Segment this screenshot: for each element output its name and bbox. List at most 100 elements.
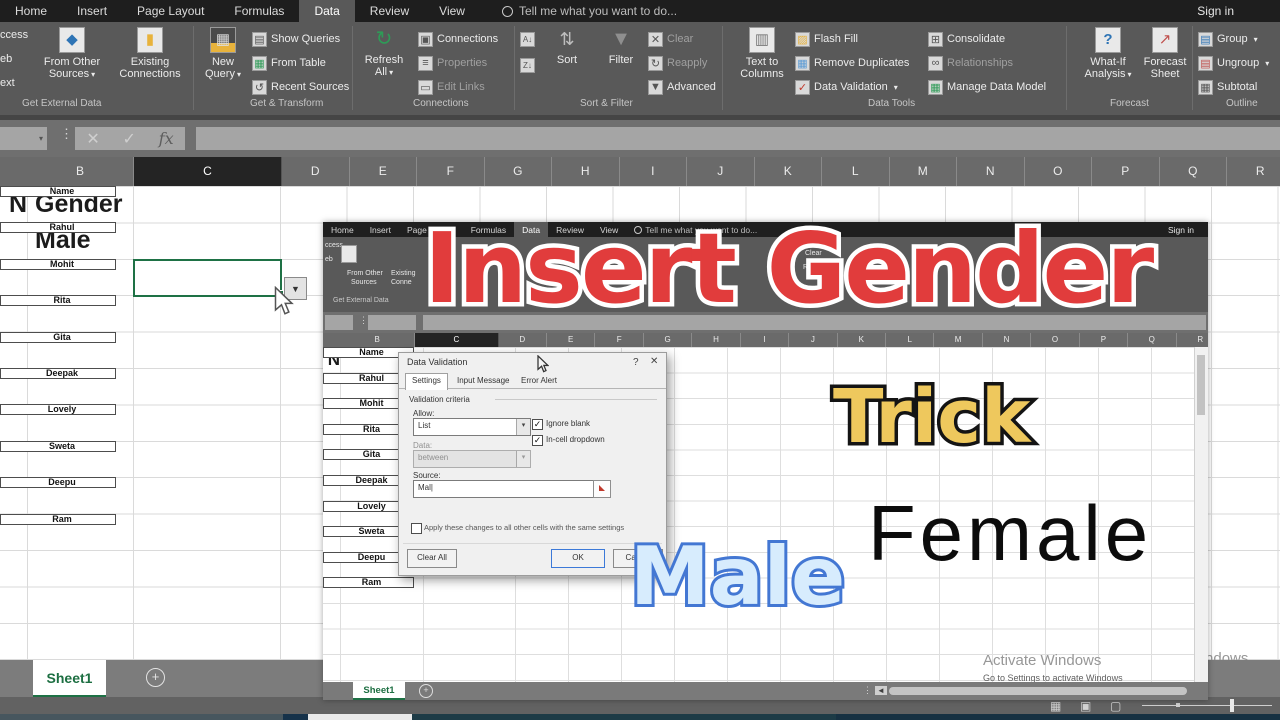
- column-header[interactable]: R: [1227, 157, 1280, 186]
- column-header[interactable]: N: [983, 333, 1032, 347]
- column-header[interactable]: P: [1092, 157, 1160, 186]
- clear-all-button[interactable]: Clear All: [407, 549, 457, 568]
- new-query-button[interactable]: ▦ New Query ▾: [198, 24, 248, 81]
- column-header[interactable]: E: [547, 333, 596, 347]
- column-header[interactable]: K: [755, 157, 822, 186]
- sort-za-button[interactable]: Z↓: [520, 56, 535, 74]
- column-header[interactable]: H: [552, 157, 620, 186]
- tell-me-box[interactable]: Tell me what you want to do...: [480, 0, 677, 22]
- normal-view-icon[interactable]: ▦: [1050, 699, 1061, 713]
- allow-combobox[interactable]: List ▾: [413, 418, 531, 436]
- column-header[interactable]: B: [340, 333, 416, 347]
- inner-horizontal-scrollbar[interactable]: [889, 687, 1187, 695]
- data-validation-button[interactable]: ✓ Data Validation ▾: [795, 78, 898, 96]
- refresh-all-button[interactable]: ↻ Refresh All ▾: [358, 24, 410, 79]
- name-box[interactable]: ▾: [0, 127, 47, 150]
- column-header[interactable]: M: [934, 333, 983, 347]
- relationships-button[interactable]: ∞ Relationships: [928, 54, 1013, 72]
- column-header[interactable]: R: [1177, 333, 1209, 347]
- column-header[interactable]: H: [692, 333, 741, 347]
- inner-vertical-scrollbar[interactable]: [1194, 347, 1208, 682]
- inner-tab-insert[interactable]: Insert: [362, 222, 399, 237]
- column-header[interactable]: P: [1080, 333, 1129, 347]
- from-table-button[interactable]: ▦ From Table: [252, 54, 326, 72]
- selected-cell[interactable]: [133, 258, 284, 299]
- inner-tab-home[interactable]: Home: [323, 222, 362, 237]
- group-button[interactable]: ▤ Group ▾: [1198, 30, 1258, 48]
- page-layout-view-icon[interactable]: ▣: [1080, 699, 1091, 713]
- column-header[interactable]: M: [890, 157, 957, 186]
- filter-button[interactable]: ▼ Filter: [598, 24, 644, 66]
- dialog-tab-input-message[interactable]: Input Message: [451, 374, 515, 388]
- column-header[interactable]: O: [1025, 157, 1092, 186]
- column-header[interactable]: E: [350, 157, 417, 186]
- tab-insert[interactable]: Insert: [62, 0, 122, 22]
- from-access-label[interactable]: ccess: [0, 29, 28, 41]
- insert-function-icon[interactable]: fx: [159, 129, 174, 148]
- reapply-button[interactable]: ↻ Reapply: [648, 54, 707, 72]
- column-header[interactable]: K: [838, 333, 886, 347]
- dialog-tab-settings[interactable]: Settings: [405, 373, 448, 390]
- existing-connections-button[interactable]: ▮ Existing Connections: [110, 24, 190, 80]
- column-header[interactable]: I: [620, 157, 687, 186]
- column-header[interactable]: Q: [1128, 333, 1177, 347]
- column-header[interactable]: F: [595, 333, 644, 347]
- column-header[interactable]: I: [741, 333, 790, 347]
- sign-in-button[interactable]: Sign in: [1197, 0, 1280, 22]
- sort-az-button[interactable]: A↓: [520, 30, 535, 48]
- column-header[interactable]: C: [134, 157, 282, 186]
- incell-dropdown-checkbox[interactable]: ✓: [532, 435, 543, 446]
- from-other-sources-button[interactable]: ◆ From Other Sources ▾: [36, 24, 108, 81]
- formula-input[interactable]: [196, 127, 1280, 150]
- scroll-left-icon[interactable]: ◄: [875, 686, 887, 695]
- column-header[interactable]: D: [282, 157, 350, 186]
- confirm-entry-icon[interactable]: ✓: [123, 129, 136, 149]
- column-header[interactable]: F: [417, 157, 485, 186]
- tab-data[interactable]: Data: [299, 0, 355, 22]
- column-header[interactable]: L: [822, 157, 890, 186]
- source-input[interactable]: Mal|: [413, 480, 597, 498]
- zoom-slider-handle[interactable]: [1230, 699, 1234, 712]
- column-header[interactable]: C: [415, 333, 499, 347]
- dialog-close-button[interactable]: ✕: [650, 356, 658, 367]
- inner-sign-in-button[interactable]: Sign in: [1168, 222, 1208, 237]
- properties-button[interactable]: ≡ Properties: [418, 54, 487, 72]
- add-sheet-button[interactable]: +: [146, 668, 165, 687]
- column-header[interactable]: J: [687, 157, 755, 186]
- range-selector-button[interactable]: [593, 480, 611, 498]
- from-text-label[interactable]: ext: [0, 77, 15, 89]
- sheet-tab-sheet1[interactable]: Sheet1: [33, 660, 106, 698]
- cancel-entry-icon[interactable]: ✕: [86, 129, 99, 149]
- sort-button[interactable]: ⇅ Sort: [545, 24, 589, 66]
- dialog-help-button[interactable]: ?: [633, 357, 639, 368]
- column-header[interactable]: B: [27, 157, 134, 186]
- tab-view[interactable]: View: [424, 0, 480, 22]
- connections-button[interactable]: ▣ Connections: [418, 30, 498, 48]
- tab-review[interactable]: Review: [355, 0, 424, 22]
- ignore-blank-checkbox[interactable]: ✓: [532, 419, 543, 430]
- show-queries-button[interactable]: ▤ Show Queries: [252, 30, 340, 48]
- tab-page-layout[interactable]: Page Layout: [122, 0, 219, 22]
- page-break-view-icon[interactable]: ▢: [1110, 699, 1121, 713]
- column-header[interactable]: G: [644, 333, 693, 347]
- manage-data-model-button[interactable]: ▦ Manage Data Model: [928, 78, 1046, 96]
- clear-filter-button[interactable]: ✕ Clear: [648, 30, 693, 48]
- zoom-slider[interactable]: [1142, 705, 1272, 706]
- tab-formulas[interactable]: Formulas: [219, 0, 299, 22]
- text-to-columns-button[interactable]: ▥ Text to Columns: [735, 24, 789, 80]
- subtotal-button[interactable]: ▦ Subtotal: [1198, 78, 1257, 96]
- what-if-analysis-button[interactable]: ? What-If Analysis ▾: [1080, 24, 1136, 81]
- column-header[interactable]: Q: [1160, 157, 1227, 186]
- flash-fill-button[interactable]: ▨ Flash Fill: [795, 30, 858, 48]
- forecast-sheet-button[interactable]: ↗ Forecast Sheet: [1140, 24, 1190, 80]
- apply-changes-checkbox[interactable]: [411, 523, 422, 534]
- column-header[interactable]: N: [957, 157, 1025, 186]
- inner-add-sheet-button[interactable]: +: [419, 684, 433, 698]
- dialog-tab-error-alert[interactable]: Error Alert: [515, 374, 563, 388]
- ungroup-button[interactable]: ▤ Ungroup ▾: [1198, 54, 1269, 72]
- inner-name-box[interactable]: [325, 315, 353, 330]
- edit-links-button[interactable]: ▭ Edit Links: [418, 78, 485, 96]
- remove-duplicates-button[interactable]: ▦ Remove Duplicates: [795, 54, 909, 72]
- inner-sheet-tab-sheet1[interactable]: Sheet1: [353, 682, 405, 700]
- column-header[interactable]: G: [485, 157, 552, 186]
